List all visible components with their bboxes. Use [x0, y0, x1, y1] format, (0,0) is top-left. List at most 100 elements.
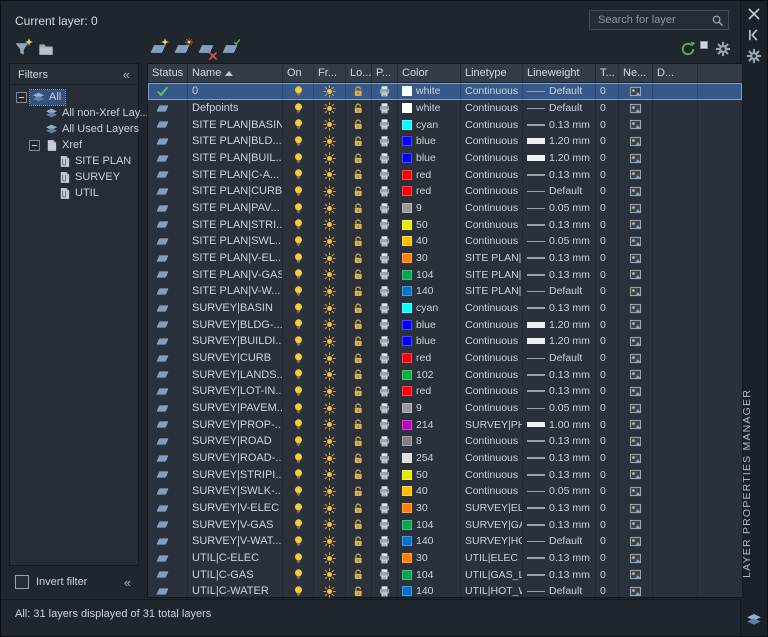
lock-toggle[interactable] — [346, 383, 372, 400]
plot-toggle[interactable] — [372, 533, 398, 550]
transparency-cell[interactable]: 0 — [596, 550, 619, 567]
status-cell[interactable] — [148, 350, 188, 367]
lineweight-cell[interactable]: 0.13 mm — [523, 516, 596, 533]
on-toggle[interactable] — [283, 216, 314, 233]
new-vp-freeze-cell[interactable] — [619, 400, 653, 417]
new-vp-freeze-cell[interactable] — [619, 250, 653, 267]
layer-name[interactable]: SITE PLAN|BASIN — [188, 116, 283, 133]
lock-toggle[interactable] — [346, 400, 372, 417]
plot-toggle[interactable] — [372, 166, 398, 183]
description-cell[interactable] — [653, 133, 698, 150]
description-cell[interactable] — [653, 466, 698, 483]
description-cell[interactable] — [653, 116, 698, 133]
freeze-toggle[interactable] — [314, 233, 346, 250]
freeze-toggle[interactable] — [314, 166, 346, 183]
layer-name[interactable]: UTIL|C-ELEC — [188, 550, 283, 567]
transparency-cell[interactable]: 0 — [596, 100, 619, 117]
layer-name[interactable]: SITE PLAN|BUIL... — [188, 150, 283, 167]
plot-toggle[interactable] — [372, 283, 398, 300]
column-header-name[interactable]: Name — [188, 64, 283, 82]
on-toggle[interactable] — [283, 450, 314, 467]
description-cell[interactable] — [653, 366, 698, 383]
transparency-cell[interactable]: 0 — [596, 283, 619, 300]
status-cell[interactable] — [148, 483, 188, 500]
lock-toggle[interactable] — [346, 416, 372, 433]
plot-toggle[interactable] — [372, 450, 398, 467]
transparency-cell[interactable]: 0 — [596, 266, 619, 283]
linetype-cell[interactable]: Continuous — [461, 350, 523, 367]
transparency-cell[interactable]: 0 — [596, 216, 619, 233]
transparency-cell[interactable]: 0 — [596, 500, 619, 517]
table-row[interactable]: UTIL|C-WATER 140 UTIL|HOT_W... Default 0 — [148, 583, 742, 600]
color-cell[interactable]: 8 — [398, 433, 461, 450]
tree-expander[interactable] — [16, 92, 27, 103]
freeze-toggle[interactable] — [314, 100, 346, 117]
plot-toggle[interactable] — [372, 566, 398, 583]
description-cell[interactable] — [653, 416, 698, 433]
search-input[interactable] — [596, 13, 711, 27]
new-vp-freeze-cell[interactable] — [619, 433, 653, 450]
on-toggle[interactable] — [283, 233, 314, 250]
layer-name[interactable]: Defpoints — [188, 100, 283, 117]
lock-toggle[interactable] — [346, 150, 372, 167]
layer-name[interactable]: SURVEY|V-ELEC — [188, 500, 283, 517]
description-cell[interactable] — [653, 200, 698, 217]
linetype-cell[interactable]: Continuous — [461, 183, 523, 200]
table-row[interactable]: UTIL|C-GAS 104 UTIL|GAS_LI... 0.13 mm 0 — [148, 566, 742, 583]
table-row[interactable]: SITE PLAN|V-W... 140 SITE PLAN|H... Defa… — [148, 283, 742, 300]
layer-name[interactable]: SITE PLAN|PAV... — [188, 200, 283, 217]
freeze-toggle[interactable] — [314, 283, 346, 300]
table-row[interactable]: SURVEY|LOT-IN... red Continuous 0.13 mm … — [148, 383, 742, 400]
new-property-filter-button[interactable] — [13, 40, 31, 58]
transparency-cell[interactable]: 0 — [596, 400, 619, 417]
layer-name[interactable]: SURVEY|BLDG-... — [188, 316, 283, 333]
table-row[interactable]: SURVEY|SWLK-... 40 Continuous 0.05 mm 0 — [148, 483, 742, 500]
plot-toggle[interactable] — [372, 150, 398, 167]
new-vp-freeze-cell[interactable] — [619, 550, 653, 567]
on-toggle[interactable] — [283, 400, 314, 417]
linetype-cell[interactable]: Continuous — [461, 383, 523, 400]
column-header-ne[interactable]: Ne... — [619, 64, 653, 82]
plot-toggle[interactable] — [372, 383, 398, 400]
transparency-cell[interactable]: 0 — [596, 483, 619, 500]
linetype-cell[interactable]: Continuous — [461, 233, 523, 250]
status-cell[interactable] — [148, 166, 188, 183]
transparency-cell[interactable]: 0 — [596, 350, 619, 367]
color-cell[interactable]: blue — [398, 150, 461, 167]
table-row[interactable]: SITE PLAN|BLD... blue Continuous 1.20 mm… — [148, 133, 742, 150]
lineweight-cell[interactable]: 0.05 mm — [523, 400, 596, 417]
on-toggle[interactable] — [283, 183, 314, 200]
layer-name[interactable]: SURVEY|CURB — [188, 350, 283, 367]
table-row[interactable]: SURVEY|BUILDI... blue Continuous 1.20 mm… — [148, 333, 742, 350]
column-header-lo[interactable]: Lo... — [346, 64, 372, 82]
linetype-cell[interactable]: Continuous — [461, 83, 523, 100]
layer-name[interactable]: SURVEY|V-WAT... — [188, 533, 283, 550]
search-icon[interactable] — [711, 14, 724, 27]
tree-item-survey[interactable]: SURVEY — [10, 169, 138, 185]
lineweight-cell[interactable]: 0.13 mm — [523, 566, 596, 583]
transparency-cell[interactable]: 0 — [596, 83, 619, 100]
column-header-fr[interactable]: Fr... — [314, 64, 346, 82]
table-row[interactable]: SURVEY|BASIN cyan Continuous 0.13 mm 0 — [148, 300, 742, 317]
new-vp-freeze-cell[interactable] — [619, 516, 653, 533]
plot-toggle[interactable] — [372, 333, 398, 350]
freeze-toggle[interactable] — [314, 116, 346, 133]
plot-toggle[interactable] — [372, 400, 398, 417]
lock-toggle[interactable] — [346, 500, 372, 517]
new-vp-freeze-cell[interactable] — [619, 583, 653, 600]
description-cell[interactable] — [653, 566, 698, 583]
on-toggle[interactable] — [283, 166, 314, 183]
color-cell[interactable]: 102 — [398, 366, 461, 383]
table-row[interactable]: SITE PLAN|PAV... 9 Continuous 0.05 mm 0 — [148, 200, 742, 217]
transparency-cell[interactable]: 0 — [596, 116, 619, 133]
layer-name[interactable]: SITE PLAN|C-A... — [188, 166, 283, 183]
description-cell[interactable] — [653, 283, 698, 300]
linetype-cell[interactable]: SITE PLAN|H... — [461, 283, 523, 300]
new-vp-freeze-cell[interactable] — [619, 166, 653, 183]
plot-toggle[interactable] — [372, 133, 398, 150]
transparency-cell[interactable]: 0 — [596, 150, 619, 167]
layer-name[interactable]: SURVEY|STRIPI... — [188, 466, 283, 483]
plot-toggle[interactable] — [372, 183, 398, 200]
layer-name[interactable]: SURVEY|V-GAS — [188, 516, 283, 533]
transparency-cell[interactable]: 0 — [596, 583, 619, 600]
